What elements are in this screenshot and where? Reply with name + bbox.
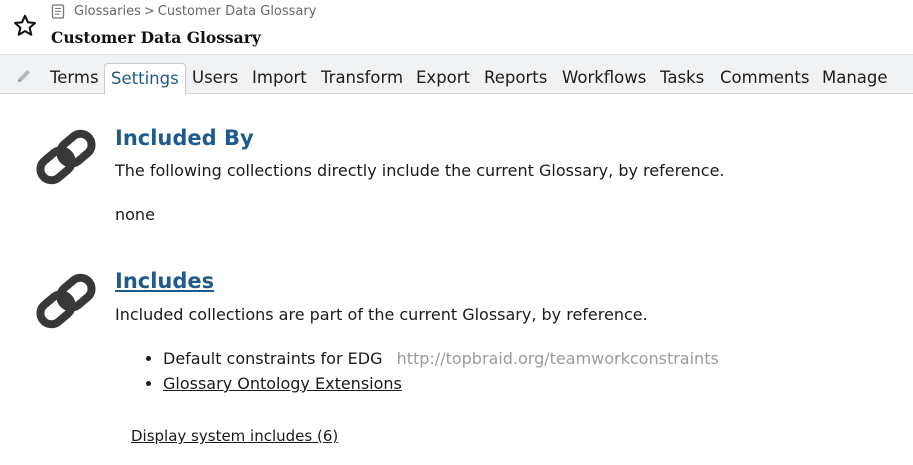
breadcrumb-separator: > (143, 4, 155, 19)
list-item: Default constraints for EDG http://topbr… (163, 346, 719, 371)
include-item-link[interactable]: Glossary Ontology Extensions (163, 374, 402, 393)
included-by-title: Included By (115, 126, 254, 150)
include-item-uri: http://topbraid.org/teamworkconstraints (396, 349, 719, 368)
breadcrumb-root-link[interactable]: Glossaries (74, 4, 141, 19)
breadcrumb: Glossaries > Customer Data Glossary (51, 4, 316, 19)
tab-comments[interactable]: Comments (713, 63, 816, 95)
link-icon (36, 273, 96, 329)
include-item-label: Default constraints for EDG (163, 349, 383, 368)
included-by-description: The following collections directly inclu… (115, 161, 725, 180)
book-icon (51, 4, 65, 19)
tab-tasks[interactable]: Tasks (653, 63, 711, 95)
includes-title-link[interactable]: Includes (115, 269, 214, 293)
tab-terms[interactable]: Terms (43, 63, 106, 95)
tab-workflows[interactable]: Workflows (555, 63, 653, 95)
link-icon (36, 129, 96, 185)
breadcrumb-current: Customer Data Glossary (157, 4, 317, 19)
includes-description: Included collections are part of the cur… (115, 305, 648, 324)
list-item: Glossary Ontology Extensions (163, 371, 719, 396)
tab-settings[interactable]: Settings (104, 63, 186, 95)
star-icon[interactable] (12, 13, 38, 39)
includes-list: Default constraints for EDG http://topbr… (145, 346, 719, 396)
pencil-icon[interactable] (15, 67, 33, 85)
tab-reports[interactable]: Reports (477, 63, 554, 95)
tab-manage[interactable]: Manage (815, 63, 895, 95)
display-system-includes-link[interactable]: Display system includes (6) (131, 427, 338, 445)
included-by-empty-text: none (115, 205, 155, 224)
tab-import[interactable]: Import (245, 63, 314, 95)
tab-transform[interactable]: Transform (314, 63, 410, 95)
page-title: Customer Data Glossary (51, 28, 261, 47)
tab-users[interactable]: Users (185, 63, 245, 95)
tab-bar: Terms Settings Users Import Transform Ex… (0, 54, 913, 95)
header: Glossaries > Customer Data Glossary Cust… (0, 0, 913, 54)
tab-export[interactable]: Export (409, 63, 477, 95)
